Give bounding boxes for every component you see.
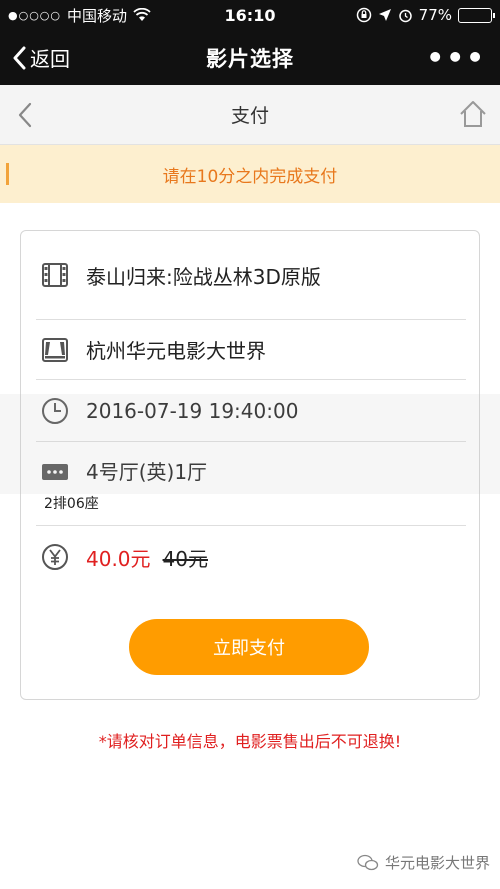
showtime-row: 2016-07-19 19:40:00: [36, 380, 466, 442]
chevron-left-icon: [18, 102, 32, 128]
original-price: 40元: [162, 546, 208, 571]
price-row: 40.0元 40元: [36, 526, 466, 588]
account-name: 华元电影大世界: [384, 854, 490, 872]
yuan-icon: [41, 543, 69, 571]
clock-icon: [41, 397, 69, 425]
status-bar: ●○○○○ 中国移动 16:10 77%: [0, 0, 500, 30]
alarm-icon: [398, 9, 412, 22]
page-back-button[interactable]: [14, 99, 36, 131]
ticket-icon: [41, 458, 69, 486]
home-icon[interactable]: [458, 99, 488, 129]
movie-row: 泰山归来:险战丛林3D原版: [36, 231, 466, 320]
wechat-nav-bar: 返回 影片选择 •••: [0, 30, 500, 85]
hall-name: 4号厅(英)1厅: [86, 460, 208, 484]
pay-now-button[interactable]: 立即支付: [129, 619, 369, 675]
payment-time-notice: 请在10分之内完成支付: [0, 145, 500, 203]
current-price: 40.0元: [86, 546, 151, 571]
battery-percent: 77%: [418, 6, 452, 24]
account-watermark: 华元电影大世界: [357, 852, 490, 873]
rotation-lock-icon: [356, 7, 371, 23]
notice-text: 请在10分之内完成支付: [162, 166, 338, 187]
film-icon: [41, 261, 69, 289]
movie-title: 泰山归来:险战丛林3D原版: [86, 264, 321, 289]
cinema-row: 杭州华元电影大世界: [36, 320, 466, 380]
showtime-text: 2016-07-19 19:40:00: [86, 398, 299, 423]
carrier-label: 中国移动: [67, 6, 128, 25]
cinema-name: 杭州华元电影大世界: [86, 339, 266, 363]
back-button[interactable]: 返回: [12, 30, 70, 85]
chevron-left-icon: [13, 46, 26, 69]
more-menu-button[interactable]: •••: [426, 30, 486, 85]
page-header: 支付: [0, 85, 500, 145]
order-card: 泰山归来:险战丛林3D原版 杭州华元电影大世界 2016-07-19 19:40…: [20, 230, 480, 700]
nav-title: 影片选择: [206, 46, 294, 71]
cinema-icon: [41, 336, 69, 364]
refund-warning: *请核对订单信息，电影票售出后不可退换!: [98, 732, 402, 751]
status-right: 77%: [356, 6, 495, 24]
wechat-logo-icon: [357, 854, 379, 870]
back-label: 返回: [30, 47, 70, 71]
signal-icon: ●○○○○: [8, 8, 61, 22]
wifi-icon: [133, 8, 151, 21]
page-title: 支付: [230, 105, 269, 127]
hall-seat-row: 4号厅(英)1厅 2排06座: [36, 442, 466, 526]
location-icon: [378, 9, 391, 21]
notice-accent-bar: [6, 163, 9, 185]
battery-icon: [458, 7, 495, 23]
seat-info: 2排06座: [44, 496, 99, 512]
status-left: ●○○○○ 中国移动: [8, 5, 151, 26]
